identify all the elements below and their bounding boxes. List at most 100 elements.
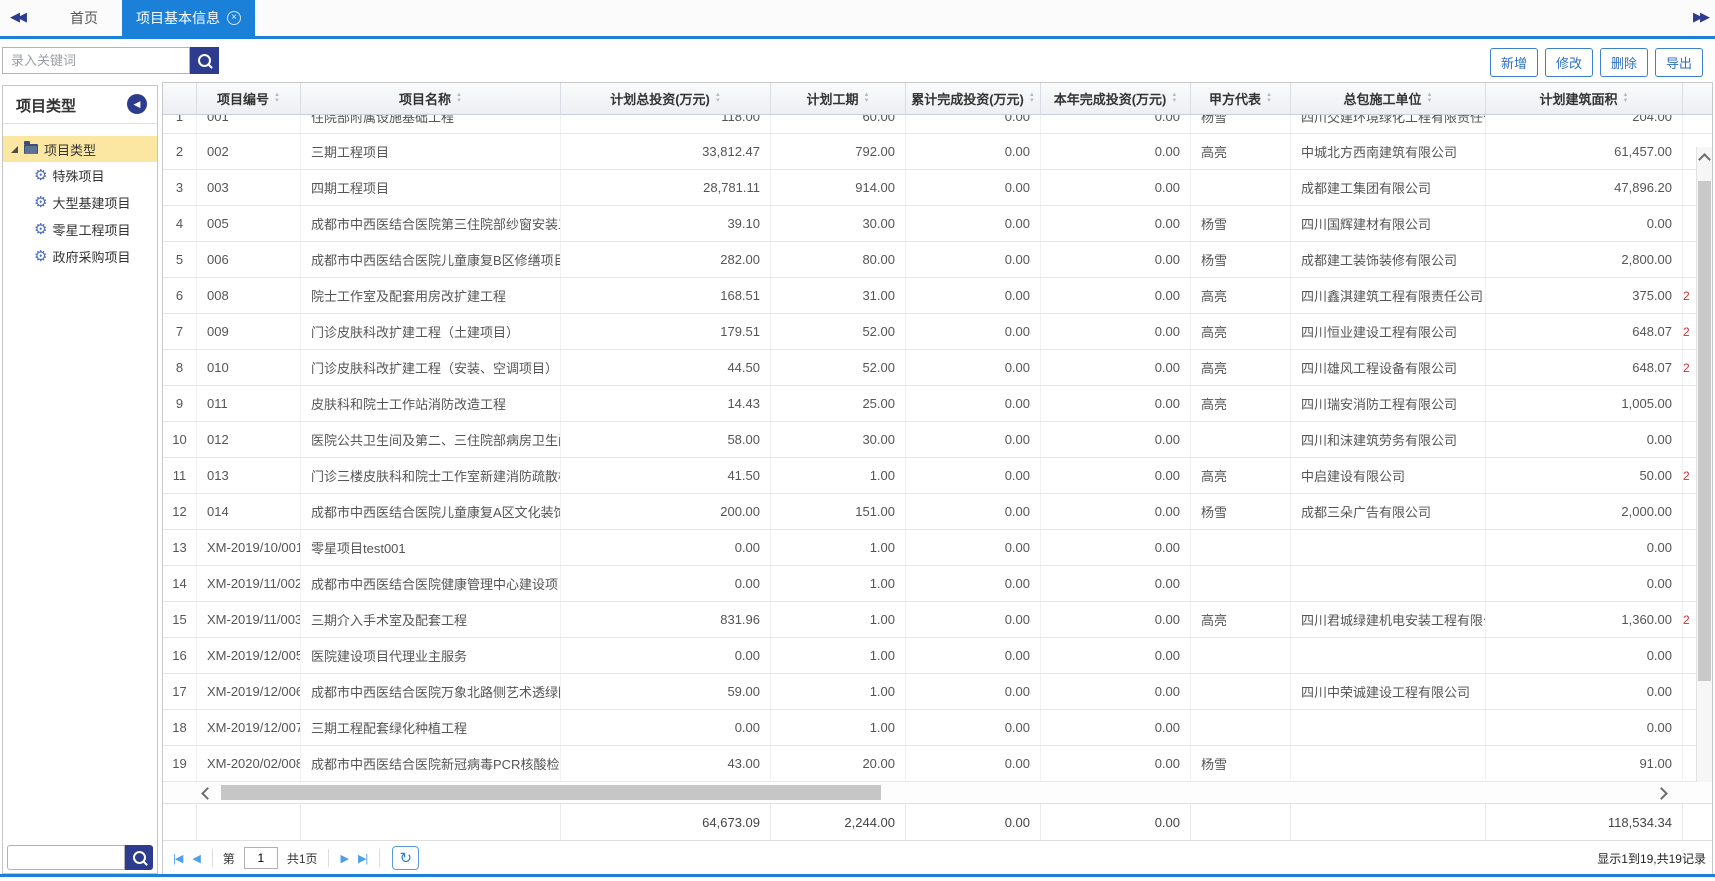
table-row[interactable]: 17XM-2019/12/006成都市中西医结合医院万象北路侧艺术透绿围墙建设项… bbox=[163, 674, 1712, 710]
scroll-left-icon[interactable] bbox=[201, 787, 214, 800]
tree-item-label: 特殊项目 bbox=[52, 166, 104, 185]
page-number-input[interactable] bbox=[244, 847, 278, 869]
cell-name: 零星项目test001 bbox=[301, 530, 561, 565]
cell-year_inv: 0.00 bbox=[1041, 422, 1191, 457]
column-header-name[interactable]: 项目名称▲▼ bbox=[301, 83, 561, 114]
column-header-total_inv[interactable]: 计划总投资(万元)▲▼ bbox=[561, 83, 771, 114]
cell-total_inv: 43.00 bbox=[561, 746, 771, 781]
cell-num: 11 bbox=[163, 458, 197, 493]
sidebar-search-button[interactable] bbox=[125, 845, 153, 870]
vertical-scrollbar-thumb[interactable] bbox=[1698, 181, 1711, 681]
table-row[interactable]: 1001住院部附属设施基础工程118.0060.000.000.00杨雪四川交建… bbox=[163, 115, 1712, 134]
table-row[interactable]: 4005成都市中西医结合医院第三住院部纱窗安装工程39.1030.000.000… bbox=[163, 206, 1712, 242]
cell-edge bbox=[1683, 710, 1697, 745]
table-row[interactable]: 5006成都市中西医结合医院儿童康复B区修缮项目282.0080.000.000… bbox=[163, 242, 1712, 278]
sidebar-header: 项目类型 ◀ bbox=[3, 86, 157, 124]
table-row[interactable]: 15XM-2019/11/003三期介入手术室及配套工程831.961.000.… bbox=[163, 602, 1712, 638]
cell-total_inv: 33,812.47 bbox=[561, 134, 771, 169]
cell-code: 001 bbox=[197, 115, 301, 134]
column-header-rep[interactable]: 甲方代表▲▼ bbox=[1191, 83, 1291, 114]
pagination-prev-button[interactable]: ◀ bbox=[190, 852, 201, 865]
scroll-up-icon[interactable] bbox=[1698, 153, 1711, 166]
modify-button[interactable]: 修改 bbox=[1545, 48, 1593, 77]
table-row[interactable]: 9011皮肤科和院士工作站消防改造工程14.4325.000.000.00高亮四… bbox=[163, 386, 1712, 422]
cell-name: 门诊皮肤科改扩建工程（安装、空调项目） bbox=[301, 350, 561, 385]
table-row[interactable]: 10012医院公共卫生间及第二、三住院部病房卫生间增设病人辅58.0030.00… bbox=[163, 422, 1712, 458]
tree-item-1[interactable]: ⚙大型基建项目 bbox=[3, 189, 157, 216]
table-header-row: 项目编号▲▼项目名称▲▼计划总投资(万元)▲▼计划工期▲▼累计完成投资(万元)▲… bbox=[163, 83, 1712, 115]
table-row[interactable]: 11013门诊三楼皮肤科和院士工作室新建消防疏散楼梯工程41.501.000.0… bbox=[163, 458, 1712, 494]
column-header-label: 计划建筑面积 bbox=[1540, 89, 1618, 108]
project-type-tree: 项目类型 ⚙特殊项目⚙大型基建项目⚙零星工程项目⚙政府采购项目 bbox=[3, 124, 157, 270]
table-row[interactable]: 18XM-2019/12/007三期工程配套绿化种植工程0.001.000.00… bbox=[163, 710, 1712, 746]
cell-edge bbox=[1683, 530, 1697, 565]
cell-num: 13 bbox=[163, 530, 197, 565]
table-row[interactable]: 16XM-2019/12/005医院建设项目代理业主服务0.001.000.00… bbox=[163, 638, 1712, 674]
table-row[interactable]: 7009门诊皮肤科改扩建工程（土建项目）179.5152.000.000.00高… bbox=[163, 314, 1712, 350]
scroll-right-icon[interactable] bbox=[1655, 787, 1668, 800]
tree-item-0[interactable]: ⚙特殊项目 bbox=[3, 162, 157, 189]
sort-desc-icon: ▼ bbox=[456, 99, 462, 104]
column-header-cum_inv[interactable]: 累计完成投资(万元)▲▼ bbox=[906, 83, 1041, 114]
refresh-button[interactable]: ↻ bbox=[392, 846, 419, 870]
table-row[interactable]: 8010门诊皮肤科改扩建工程（安装、空调项目）44.5052.000.000.0… bbox=[163, 350, 1712, 386]
pagination-first-button[interactable]: |◀ bbox=[171, 852, 184, 865]
scroll-tabs-left-icon[interactable]: ◀◀ bbox=[10, 9, 24, 25]
toolbar: 新增修改删除导出 bbox=[0, 39, 1715, 85]
tab-home[interactable]: 首页 bbox=[46, 0, 122, 36]
sort-desc-icon: ▼ bbox=[864, 99, 870, 104]
table-row[interactable]: 6008院士工作室及配套用房改扩建工程168.5131.000.000.00高亮… bbox=[163, 278, 1712, 314]
add-button[interactable]: 新增 bbox=[1490, 48, 1538, 77]
horizontal-scrollbar[interactable] bbox=[163, 782, 1712, 804]
search-button[interactable] bbox=[190, 47, 219, 74]
tab-close-icon[interactable]: × bbox=[227, 11, 241, 25]
table-row[interactable]: 13XM-2019/10/001零星项目test0010.001.000.000… bbox=[163, 530, 1712, 566]
pagination-next-button[interactable]: ▶ bbox=[339, 852, 350, 865]
cell-edge: 2 bbox=[1683, 314, 1697, 349]
horizontal-scrollbar-thumb[interactable] bbox=[221, 785, 881, 800]
pagination-separator bbox=[328, 849, 329, 867]
tab-label: 项目基本信息 bbox=[136, 8, 220, 28]
cell-year_inv: 0.00 bbox=[1041, 710, 1191, 745]
column-header-area[interactable]: 计划建筑面积▲▼ bbox=[1486, 83, 1683, 114]
column-header-year_inv[interactable]: 本年完成投资(万元)▲▼ bbox=[1041, 83, 1191, 114]
cell-cum_inv: 0.00 bbox=[906, 206, 1041, 241]
table-row[interactable]: 3003四期工程项目28,781.11914.000.000.00成都建工集团有… bbox=[163, 170, 1712, 206]
tab-project-info[interactable]: 项目基本信息 × bbox=[122, 0, 255, 36]
sidebar-search-input[interactable] bbox=[7, 845, 125, 870]
table-row[interactable]: 2002三期工程项目33,812.47792.000.000.00高亮中城北方西… bbox=[163, 134, 1712, 170]
cell-contractor bbox=[1291, 710, 1486, 745]
collapse-sidebar-button[interactable]: ◀ bbox=[127, 94, 147, 114]
column-header-code[interactable]: 项目编号▲▼ bbox=[197, 83, 301, 114]
total-year_inv: 0.00 bbox=[1041, 804, 1191, 840]
delete-button[interactable]: 删除 bbox=[1600, 48, 1648, 77]
keyword-search-input[interactable] bbox=[2, 47, 190, 74]
sidebar-panel: 项目类型 ◀ 项目类型 ⚙特殊项目⚙大型基建项目⚙零星工程项目⚙政府采购项目 bbox=[2, 85, 158, 874]
export-button[interactable]: 导出 bbox=[1655, 48, 1703, 77]
sort-desc-icon: ▼ bbox=[1171, 99, 1177, 104]
cell-edge bbox=[1683, 422, 1697, 457]
vertical-scrollbar[interactable] bbox=[1696, 147, 1712, 782]
cell-code: XM-2019/12/006 bbox=[197, 674, 301, 709]
pagination-last-button[interactable]: ▶| bbox=[356, 852, 369, 865]
cell-code: 003 bbox=[197, 170, 301, 205]
column-header-contractor[interactable]: 总包施工单位▲▼ bbox=[1291, 83, 1486, 114]
column-header-duration[interactable]: 计划工期▲▼ bbox=[771, 83, 906, 114]
scroll-tabs-right-icon[interactable]: ▶▶ bbox=[1693, 9, 1707, 25]
sidebar-title: 项目类型 bbox=[16, 95, 76, 116]
cell-name: 成都市中西医结合医院儿童康复B区修缮项目 bbox=[301, 242, 561, 277]
cell-contractor: 成都建工装饰装修有限公司 bbox=[1291, 242, 1486, 277]
cell-cum_inv: 0.00 bbox=[906, 115, 1041, 134]
table-row[interactable]: 19XM-2020/02/008成都市中西医结合医院新冠病毒PCR核酸检测改造项… bbox=[163, 746, 1712, 782]
table-row[interactable]: 14XM-2019/11/002成都市中西医结合医院健康管理中心建设项目0.00… bbox=[163, 566, 1712, 602]
cell-contractor: 四川中荣诚建设工程有限公司 bbox=[1291, 674, 1486, 709]
cell-edge bbox=[1683, 494, 1697, 529]
tree-item-2[interactable]: ⚙零星工程项目 bbox=[3, 216, 157, 243]
cell-area: 61,457.00 bbox=[1486, 134, 1683, 169]
cell-name: 成都市中西医结合医院健康管理中心建设项目 bbox=[301, 566, 561, 601]
tree-item-3[interactable]: ⚙政府采购项目 bbox=[3, 243, 157, 270]
table-row[interactable]: 12014成都市中西医结合医院儿童康复A区文化装饰200.00151.000.0… bbox=[163, 494, 1712, 530]
tree-root-item[interactable]: 项目类型 bbox=[3, 136, 157, 162]
folder-icon bbox=[24, 144, 38, 154]
expanded-triangle-icon[interactable] bbox=[11, 146, 18, 153]
